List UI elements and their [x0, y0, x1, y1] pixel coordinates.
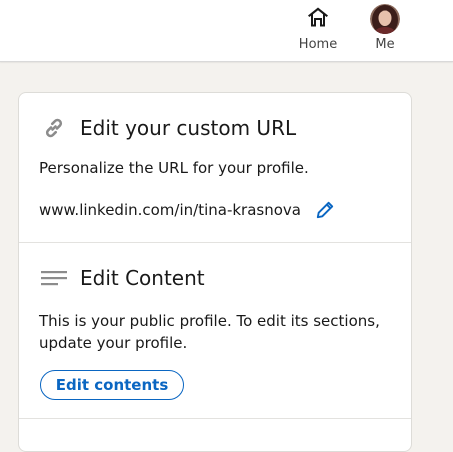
link-icon: [41, 115, 67, 141]
profile-url-text: www.linkedin.com/in/tina-krasnova: [39, 201, 301, 219]
lines-icon: [41, 265, 67, 291]
custom-url-heading-row: Edit your custom URL: [41, 115, 296, 141]
edit-content-section: Edit Content This is your public profile…: [19, 243, 411, 419]
custom-url-section: Edit your custom URL Personalize the URL…: [19, 93, 411, 243]
avatar: [370, 4, 400, 34]
nav-home[interactable]: Home: [296, 0, 340, 61]
custom-url-heading: Edit your custom URL: [80, 116, 297, 140]
pencil-icon[interactable]: [315, 200, 335, 220]
edit-content-description: This is your public profile. To edit its…: [39, 312, 380, 352]
home-icon: [306, 5, 330, 33]
public-profile-settings-card: Edit your custom URL Personalize the URL…: [18, 92, 412, 452]
nav-me[interactable]: Me: [364, 0, 406, 61]
nav-me-label: Me: [375, 37, 395, 52]
edit-content-heading-row: Edit Content: [41, 265, 205, 291]
custom-url-description: Personalize the URL for your profile.: [39, 159, 309, 177]
top-nav-bar: Home Me: [0, 0, 453, 62]
edit-contents-button[interactable]: Edit contents: [40, 370, 184, 400]
custom-url-row: www.linkedin.com/in/tina-krasnova: [39, 200, 335, 220]
edit-content-heading: Edit Content: [80, 266, 205, 290]
nav-home-label: Home: [298, 37, 338, 52]
